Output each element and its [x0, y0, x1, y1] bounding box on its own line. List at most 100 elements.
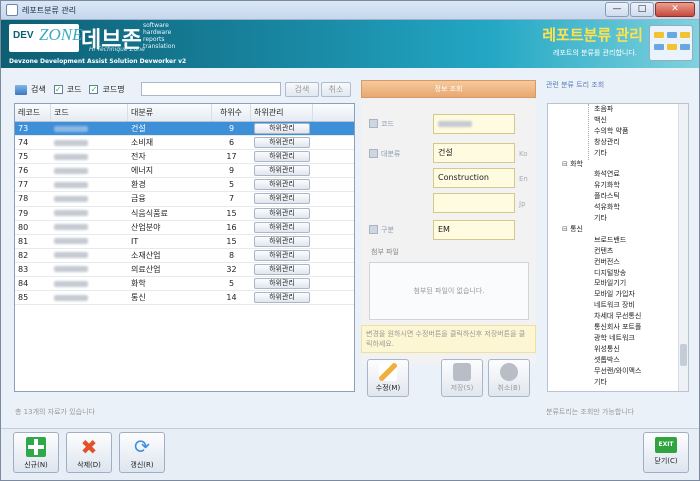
cell-code: [51, 136, 128, 149]
cell-count: 7: [228, 194, 235, 204]
table-row[interactable]: 80 산업분야 16 하위관리: [15, 221, 354, 235]
tree-leaf-node[interactable]: 기타: [594, 214, 607, 223]
tree-leaf-node[interactable]: 무선랜/와이맥스: [594, 367, 641, 376]
cell-major: 전자: [131, 152, 146, 162]
edit-button[interactable]: 수정(M): [367, 359, 409, 397]
sub-manage-button[interactable]: 하위관리: [254, 137, 310, 149]
cell-manage: 하위관리: [251, 263, 313, 276]
tree-leaf-node[interactable]: 유기화학: [594, 181, 620, 190]
devzone-logo: DEV ZONE: [9, 24, 83, 52]
tree-leaf-node[interactable]: 모바일 가입자: [594, 290, 635, 299]
tree-leaf-node[interactable]: 브로드밴드: [594, 236, 626, 245]
code-field[interactable]: [433, 114, 515, 134]
sub-manage-button[interactable]: 하위관리: [254, 292, 310, 304]
tree-leaf-node[interactable]: 디지털방송: [594, 269, 626, 278]
column-header-major[interactable]: 대분류: [128, 104, 212, 121]
sub-manage-button[interactable]: 하위관리: [254, 165, 310, 177]
name-jp-field[interactable]: [433, 193, 515, 213]
tree-leaf-node[interactable]: 초음파: [594, 105, 613, 114]
codename-checkbox-label: 코드명: [102, 85, 125, 94]
table-row[interactable]: 85 통신 14 하위관리: [15, 291, 354, 306]
tree-leaf-node[interactable]: 석유화학: [594, 203, 620, 212]
scrollbar-thumb[interactable]: [680, 344, 687, 366]
table-row[interactable]: 73 건설 9 하위관리: [15, 122, 354, 137]
tree-leaf-node[interactable]: 화석연료: [594, 170, 620, 179]
column-header-count[interactable]: 하위수: [212, 104, 251, 121]
sub-manage-button[interactable]: 하위관리: [254, 151, 310, 163]
cell-code: [51, 164, 128, 177]
table-row[interactable]: 75 전자 17 하위관리: [15, 150, 354, 165]
tree-leaf-node[interactable]: 기타: [594, 378, 607, 387]
table-row[interactable]: 77 환경 5 하위관리: [15, 178, 354, 193]
tree-leaf-node[interactable]: 컨버전스: [594, 258, 620, 267]
table-row[interactable]: 78 금융 7 하위관리: [15, 192, 354, 207]
maximize-button[interactable]: □: [630, 2, 654, 17]
cell-count: 5: [228, 180, 235, 190]
table-row[interactable]: 76 에너지 9 하위관리: [15, 164, 354, 179]
tree-group-node[interactable]: 통신: [562, 225, 583, 234]
tree-leaf-node[interactable]: 백신: [594, 116, 607, 125]
sub-manage-button[interactable]: 하위관리: [254, 179, 310, 191]
table-row[interactable]: 81 IT 15 하위관리: [15, 235, 354, 249]
category-table: 레코드 코드 대분류 하위수 하위관리 73 건설 9 하위관리 74 소비재 6 하위관리 7…: [14, 103, 355, 392]
sub-manage-button[interactable]: 하위관리: [254, 278, 310, 290]
tree-group-node[interactable]: 화학: [562, 160, 583, 169]
tree-leaf-node[interactable]: 네트워크 장비: [594, 301, 635, 310]
refresh-button[interactable]: ⟳ 갱신(R): [119, 432, 165, 473]
tree-leaf-node[interactable]: 차세대 무선통신: [594, 312, 641, 321]
edit-hint: 변경을 원하시면 수정버튼을 클릭하신후 저장버튼을 클릭하세요.: [361, 325, 536, 353]
tree-leaf-node[interactable]: 컨텐츠: [594, 247, 613, 256]
column-header-code[interactable]: 코드: [51, 104, 128, 121]
logo-zone-text: ZONE: [39, 25, 83, 44]
tree-leaf-node[interactable]: 통신회사 포트폴: [594, 323, 641, 332]
name-en-field[interactable]: Construction: [433, 168, 515, 188]
column-header-manage[interactable]: 하위관리: [251, 104, 313, 121]
minimize-button[interactable]: —: [605, 2, 629, 17]
search-input[interactable]: [141, 82, 281, 96]
table-row[interactable]: 82 소재산업 8 하위관리: [15, 249, 354, 263]
cell-record: 79: [18, 208, 29, 218]
codename-checkbox[interactable]: ✓: [89, 85, 99, 94]
search-cancel-button[interactable]: 취소: [321, 82, 351, 97]
table-row[interactable]: 74 소비재 6 하위관리: [15, 136, 354, 151]
sub-manage-button[interactable]: 하위관리: [254, 123, 310, 134]
cell-record: 83: [18, 264, 29, 274]
tree-leaf-node[interactable]: 수의학 약품: [594, 127, 628, 136]
delete-x-icon: ✖: [80, 435, 98, 459]
cell-count: 6: [228, 138, 235, 148]
table-row[interactable]: 83 의료산업 32 하위관리: [15, 263, 354, 278]
tree-leaf-node[interactable]: 광학 네트워크: [594, 334, 635, 343]
sub-manage-button[interactable]: 하위관리: [254, 221, 310, 233]
sub-manage-button[interactable]: 하위관리: [254, 207, 310, 219]
search-button[interactable]: 검색: [285, 82, 319, 97]
close-window-button[interactable]: EXIT 닫기(C): [643, 432, 689, 473]
table-row[interactable]: 84 화학 5 하위관리: [15, 277, 354, 292]
tree-leaf-node[interactable]: 창상관리: [594, 138, 620, 147]
column-header-record[interactable]: 레코드: [15, 104, 51, 121]
close-button[interactable]: ✕: [655, 2, 695, 17]
name-ko-field[interactable]: 건설: [433, 143, 515, 163]
tree-scrollbar[interactable]: [678, 104, 688, 391]
cell-code: [51, 178, 128, 191]
tree-leaf-node[interactable]: 셋톱박스: [594, 356, 620, 365]
info-cancel-button[interactable]: 취소(B): [488, 359, 530, 397]
code-checkbox[interactable]: ✓: [53, 85, 63, 94]
sub-manage-button[interactable]: 하위관리: [254, 235, 310, 247]
cell-manage: 하위관리: [251, 277, 313, 290]
new-button[interactable]: 신규(N): [13, 432, 59, 473]
kind-field[interactable]: EM: [433, 220, 515, 240]
table-row[interactable]: 79 식음식품료 15 하위관리: [15, 207, 354, 221]
attachment-box[interactable]: 첨부된 파일이 없습니다.: [369, 262, 529, 320]
tree-leaf-node[interactable]: 위성통신: [594, 345, 620, 354]
tree-leaf-node[interactable]: 플라스틱: [594, 192, 620, 201]
save-button[interactable]: 저장(S): [441, 359, 483, 397]
sub-manage-button[interactable]: 하위관리: [254, 193, 310, 205]
sub-manage-button[interactable]: 하위관리: [254, 263, 310, 275]
delete-button[interactable]: ✖ 삭제(D): [66, 432, 112, 473]
page-title: 레포트분류 관리: [542, 27, 643, 44]
sub-manage-button[interactable]: 하위관리: [254, 249, 310, 261]
tree-leaf-node[interactable]: 기타: [594, 149, 607, 158]
tree-leaf-node[interactable]: 모바일기기: [594, 279, 626, 288]
major-field-label: 대분류: [381, 150, 401, 158]
info-cancel-button-label: 취소(B): [497, 384, 521, 392]
